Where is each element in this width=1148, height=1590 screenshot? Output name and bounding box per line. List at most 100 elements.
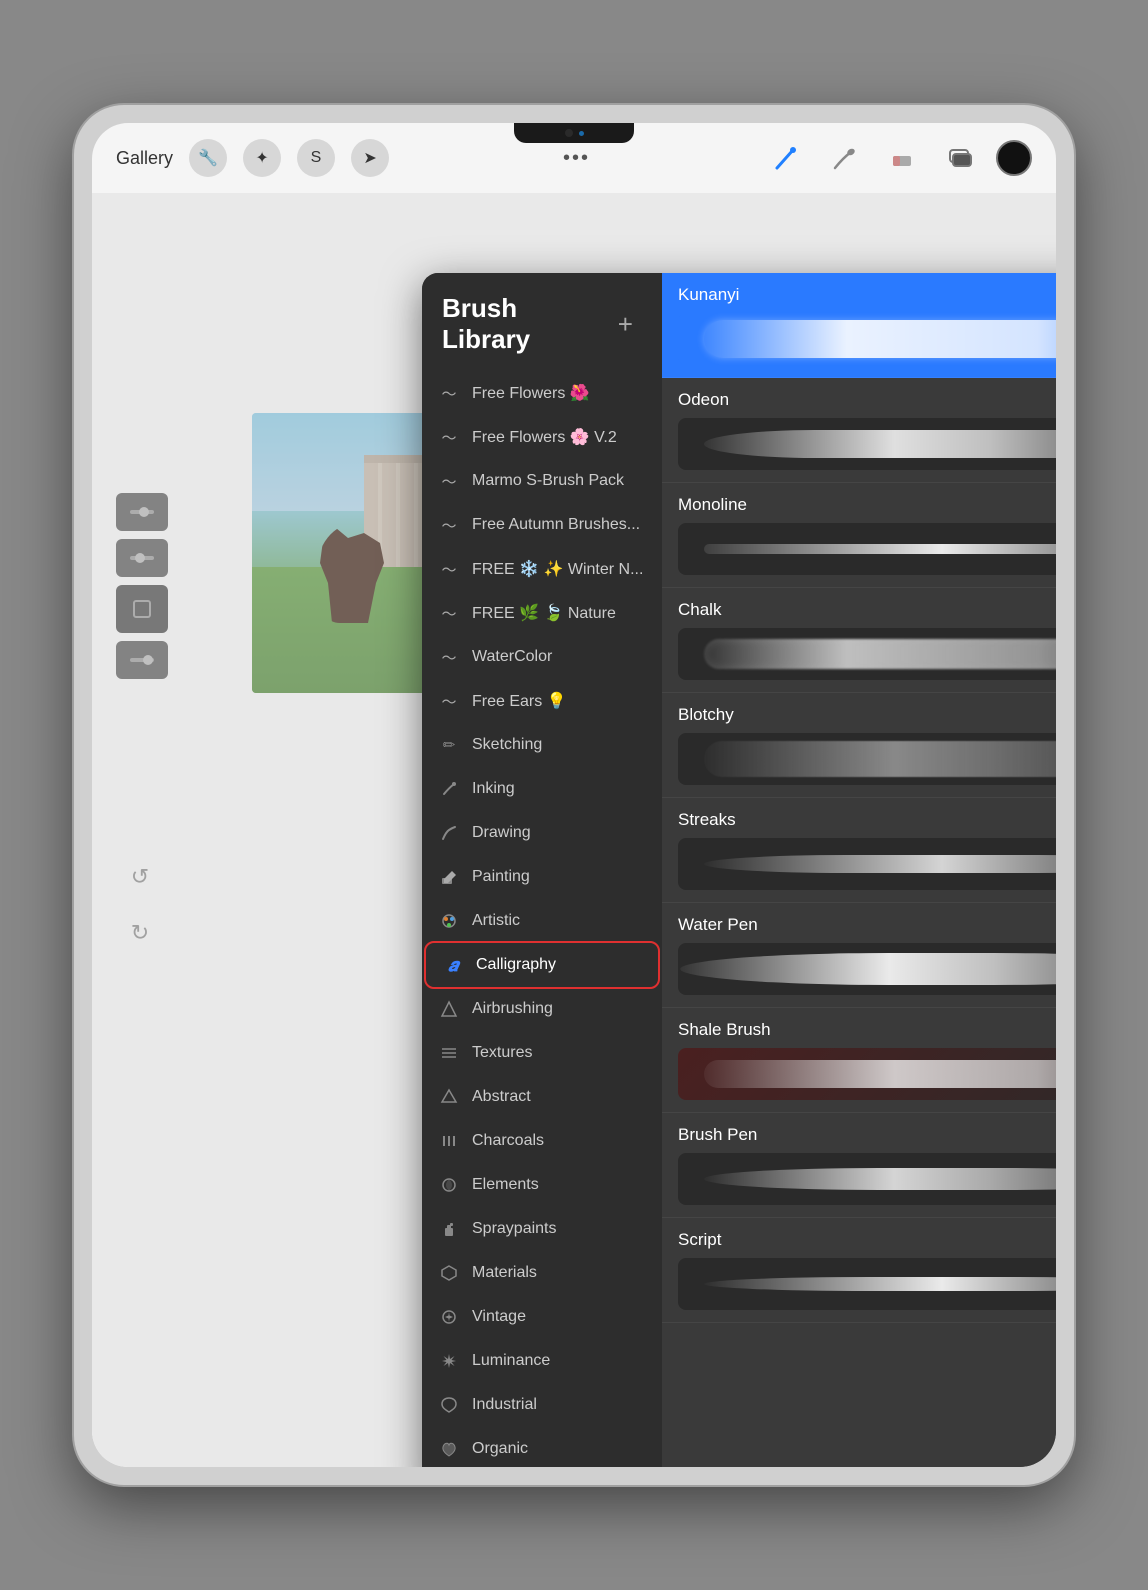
cat-label-vintage: Vintage <box>472 1308 526 1326</box>
brush-library-panel: Brush Library + 〜 Free Flowers 🌺 〜 Free … <box>422 273 1056 1467</box>
canvas-area: ↺ ↻ Brush Library + 〜 <box>92 193 1056 1467</box>
toolbar-left: Gallery 🔧 ✦ S ➤ <box>116 139 389 177</box>
cat-icon-spraypaints <box>438 1218 460 1240</box>
category-item-free-winter[interactable]: 〜 FREE ❄️ ✨ Winter N... <box>422 547 662 591</box>
cat-label-organic: Organic <box>472 1440 528 1458</box>
brush-item-brush-pen[interactable]: Brush Pen <box>662 1113 1056 1218</box>
brush-preview-water-pen <box>678 943 1056 995</box>
gallery-button[interactable]: Gallery <box>116 148 173 169</box>
brush-stroke-water-pen <box>681 953 1056 985</box>
category-item-painting[interactable]: Painting <box>422 855 662 899</box>
magic-icon: ✦ <box>255 148 268 168</box>
cat-icon-sketching: ✏ <box>438 734 460 756</box>
brush-name-monoline: Monoline <box>678 495 1056 515</box>
cat-icon-drawing <box>438 822 460 844</box>
category-item-materials[interactable]: Materials <box>422 1251 662 1295</box>
add-brush-button[interactable]: + <box>609 307 642 341</box>
cat-icon-free-winter: 〜 <box>438 558 460 580</box>
category-item-sketching[interactable]: ✏ Sketching <box>422 723 662 767</box>
ipad-screen: Gallery 🔧 ✦ S ➤ ••• <box>92 123 1056 1467</box>
category-item-watercolor[interactable]: 〜 WaterColor <box>422 635 662 679</box>
cat-label-sketching: Sketching <box>472 736 542 754</box>
category-item-industrial[interactable]: Industrial <box>422 1383 662 1427</box>
category-item-textures[interactable]: Textures <box>422 1031 662 1075</box>
brush-preview-kunanyi <box>678 313 1056 365</box>
magic-button[interactable]: ✦ <box>243 139 281 177</box>
brush-item-blotchy[interactable]: Blotchy <box>662 693 1056 798</box>
category-item-luminance[interactable]: Luminance <box>422 1339 662 1383</box>
brush-item-chalk[interactable]: Chalk <box>662 588 1056 693</box>
cat-icon-charcoals <box>438 1130 460 1152</box>
brush-item-script[interactable]: Script <box>662 1218 1056 1323</box>
cat-label-marmo: Marmo S-Brush Pack <box>472 472 624 490</box>
brush-name-water-pen: Water Pen <box>678 915 1056 935</box>
smudge-tool-button[interactable] <box>822 137 864 179</box>
cat-icon-organic <box>438 1438 460 1460</box>
brush-item-streaks[interactable]: Streaks <box>662 798 1056 903</box>
toolbar-right <box>764 137 1032 179</box>
select-button[interactable]: S <box>297 139 335 177</box>
category-item-free-ears[interactable]: 〜 Free Ears 💡 <box>422 679 662 723</box>
color-picker[interactable] <box>996 140 1032 176</box>
brush-item-shale-brush[interactable]: Shale Brush <box>662 1008 1056 1113</box>
category-item-airbrushing[interactable]: Airbrushing <box>422 987 662 1031</box>
brush-preview-shale-brush <box>678 1048 1056 1100</box>
category-item-elements[interactable]: Elements <box>422 1163 662 1207</box>
brush-item-odeon[interactable]: Odeon <box>662 378 1056 483</box>
brush-preview-blotchy <box>678 733 1056 785</box>
ipad-frame: Gallery 🔧 ✦ S ➤ ••• <box>74 105 1074 1485</box>
cat-label-free-nature: FREE 🌿 🍃 Nature <box>472 603 616 623</box>
wrench-button[interactable]: 🔧 <box>189 139 227 177</box>
cat-label-free-autumn: Free Autumn Brushes... <box>472 516 640 534</box>
brush-stroke-streaks <box>704 855 1056 873</box>
brush-preview-brush-pen <box>678 1153 1056 1205</box>
brush-name-script: Script <box>678 1230 1056 1250</box>
category-item-inking[interactable]: Inking <box>422 767 662 811</box>
cat-label-materials: Materials <box>472 1264 537 1282</box>
brush-tool-button[interactable] <box>764 137 806 179</box>
brush-item-monoline[interactable]: Monoline <box>662 483 1056 588</box>
cat-icon-textures <box>438 1042 460 1064</box>
brush-stroke-script <box>704 1277 1056 1291</box>
move-icon: ➤ <box>363 148 376 168</box>
brush-name-shale-brush: Shale Brush <box>678 1020 1056 1040</box>
category-item-free-flowers-1[interactable]: 〜 Free Flowers 🌺 <box>422 371 662 415</box>
cat-icon-free-flowers-2: 〜 <box>438 426 460 448</box>
category-item-charcoals[interactable]: Charcoals <box>422 1119 662 1163</box>
brush-item-kunanyi[interactable]: Kunanyi <box>662 273 1056 378</box>
eraser-tool-button[interactable] <box>880 137 922 179</box>
cat-label-luminance: Luminance <box>472 1352 550 1370</box>
cat-icon-marmo: 〜 <box>438 470 460 492</box>
category-item-vintage[interactable]: Vintage <box>422 1295 662 1339</box>
brush-stroke-monoline <box>704 544 1056 554</box>
category-item-artistic[interactable]: Artistic <box>422 899 662 943</box>
category-item-organic[interactable]: Organic <box>422 1427 662 1467</box>
category-item-free-nature[interactable]: 〜 FREE 🌿 🍃 Nature <box>422 591 662 635</box>
category-item-free-flowers-2[interactable]: 〜 Free Flowers 🌸 V.2 <box>422 415 662 459</box>
brush-stroke-chalk <box>704 639 1056 669</box>
category-item-calligraphy[interactable]: 𝒂 Calligraphy <box>426 943 658 987</box>
move-button[interactable]: ➤ <box>351 139 389 177</box>
brush-name-chalk: Chalk <box>678 600 1056 620</box>
more-options-dots[interactable]: ••• <box>563 147 590 170</box>
brush-item-water-pen[interactable]: Water Pen <box>662 903 1056 1008</box>
category-item-abstract[interactable]: Abstract <box>422 1075 662 1119</box>
category-item-spraypaints[interactable]: Spraypaints <box>422 1207 662 1251</box>
category-item-marmo[interactable]: 〜 Marmo S-Brush Pack <box>422 459 662 503</box>
cat-label-charcoals: Charcoals <box>472 1132 544 1150</box>
cat-icon-elements <box>438 1174 460 1196</box>
camera-light <box>579 131 584 136</box>
cat-label-elements: Elements <box>472 1176 539 1194</box>
cat-icon-materials <box>438 1262 460 1284</box>
category-panel: Brush Library + 〜 Free Flowers 🌺 〜 Free … <box>422 273 662 1467</box>
cat-icon-artistic <box>438 910 460 932</box>
layers-button[interactable] <box>938 137 980 179</box>
cat-label-abstract: Abstract <box>472 1088 531 1106</box>
brush-preview-script <box>678 1258 1056 1310</box>
brush-panel: Kunanyi Odeon Monoline <box>662 273 1056 1467</box>
category-item-drawing[interactable]: Drawing <box>422 811 662 855</box>
brush-stroke-odeon <box>704 430 1056 458</box>
category-item-free-autumn[interactable]: 〜 Free Autumn Brushes... <box>422 503 662 547</box>
cat-label-airbrushing: Airbrushing <box>472 1000 553 1018</box>
layers-icon <box>943 142 975 174</box>
